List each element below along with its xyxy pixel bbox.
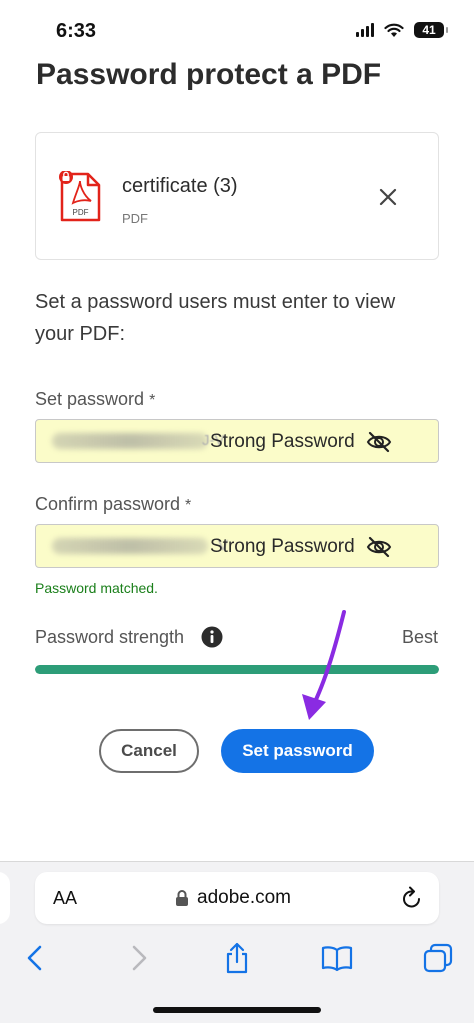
- eye-slash-icon[interactable]: [366, 431, 392, 453]
- password-strength-hint: Strong Password: [210, 536, 355, 557]
- password-matched-message: Password matched.: [35, 580, 158, 596]
- masked-password: [52, 538, 208, 554]
- file-card: PDF certificate (3) PDF: [35, 132, 439, 260]
- url-text: adobe.com: [197, 887, 292, 908]
- share-icon[interactable]: [221, 942, 253, 974]
- status-icons: 41: [356, 22, 448, 38]
- eye-slash-icon[interactable]: [366, 536, 392, 558]
- book-icon[interactable]: [321, 942, 353, 974]
- required-mark: *: [185, 497, 192, 514]
- page-title: Password protect a PDF: [36, 58, 382, 91]
- address-bar[interactable]: AA adobe.com: [35, 872, 439, 924]
- wifi-icon: [384, 23, 404, 37]
- remove-file-button[interactable]: [376, 185, 400, 209]
- password-strength-label: Password strength: [35, 627, 185, 647]
- instructions-text: Set a password users must enter to view …: [35, 291, 396, 345]
- status-bar: 6:33 41: [0, 0, 474, 56]
- chevron-right-icon[interactable]: [122, 942, 154, 974]
- password-strength-value: Best: [401, 627, 438, 647]
- required-mark: *: [149, 392, 156, 409]
- file-type: PDF: [122, 211, 148, 226]
- password-strength-meter: [35, 665, 439, 674]
- text-size-button[interactable]: AA: [53, 888, 77, 909]
- info-icon[interactable]: [201, 626, 223, 648]
- set-password-label: Set password *: [35, 389, 155, 410]
- password-strength-fill: [35, 665, 439, 674]
- browser-chrome: AA adobe.com: [0, 861, 474, 1023]
- battery-icon: 41: [414, 22, 448, 38]
- tabs-icon[interactable]: [422, 942, 454, 974]
- url-display[interactable]: adobe.com: [175, 887, 291, 909]
- pdf-icon-label: PDF: [73, 208, 89, 217]
- file-name: certificate (3): [122, 175, 238, 197]
- cellular-signal-icon: [356, 23, 374, 37]
- masked-password: [52, 433, 208, 449]
- reload-icon[interactable]: [401, 886, 423, 910]
- chevron-left-icon[interactable]: [20, 942, 52, 974]
- password-strength-hint: Strong Password: [210, 431, 355, 452]
- confirm-password-label: Confirm password *: [35, 494, 191, 515]
- previous-tab-peek[interactable]: [0, 872, 10, 924]
- browser-toolbar: [0, 938, 474, 978]
- annotation-arrow-icon: [302, 610, 346, 720]
- cancel-button[interactable]: Cancel: [99, 729, 199, 773]
- close-icon: [379, 188, 397, 206]
- confirm-password-label-text: Confirm password: [35, 494, 181, 514]
- set-password-label-text: Set password: [35, 389, 145, 409]
- status-time: 6:33: [56, 20, 97, 42]
- home-indicator: [153, 1007, 321, 1013]
- lock-icon: [176, 890, 188, 906]
- set-password-input[interactable]: J-V Strong Password: [35, 419, 439, 463]
- confirm-password-input[interactable]: V Strong Password: [35, 524, 439, 568]
- pdf-lock-icon: PDF: [59, 171, 101, 222]
- set-password-button[interactable]: Set password: [221, 729, 374, 773]
